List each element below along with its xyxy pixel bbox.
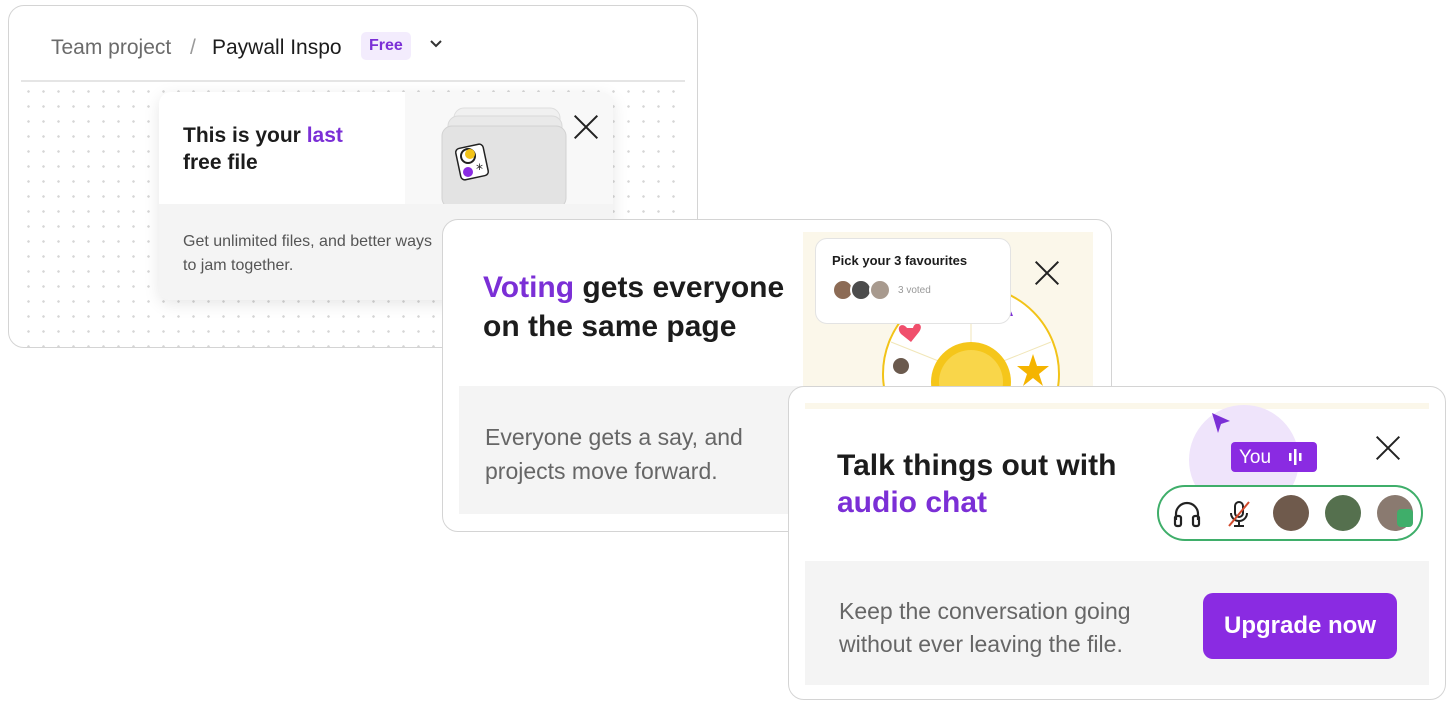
audio-body: Keep the conversation going without ever…	[839, 598, 1131, 657]
audio-chat-card: Talk things out with audio chat You Keep…	[788, 386, 1446, 700]
upgrade-now-button[interactable]: Upgrade now	[1203, 593, 1397, 659]
voter-avatars	[832, 279, 891, 306]
file-header: Team project / Paywall Inspo Free	[9, 6, 697, 82]
audio-title: Talk things out with audio chat	[837, 447, 1167, 521]
cursor-icon	[1212, 413, 1230, 433]
breadcrumb-separator: /	[190, 36, 196, 59]
popover-body: Get unlimited files, and better ways to …	[183, 233, 433, 274]
poll-heading: Pick your 3 favourites	[832, 253, 968, 268]
svg-text:*: *	[476, 162, 483, 178]
close-icon[interactable]	[1375, 435, 1401, 461]
plan-badge: Free	[361, 32, 411, 60]
close-icon[interactable]	[573, 114, 599, 140]
speaking-indicator-icon	[1397, 509, 1413, 527]
speaker-tag: You	[1231, 442, 1317, 472]
voting-title: Voting gets everyone on the same page	[483, 268, 803, 346]
card-top-strip	[805, 403, 1429, 409]
chevron-down-icon[interactable]	[427, 34, 445, 57]
microphone-muted-icon[interactable]	[1223, 498, 1255, 530]
header-divider	[21, 80, 685, 82]
poll-card: Pick your 3 favourites 3 voted	[815, 238, 1011, 324]
audio-wave-icon	[1289, 449, 1302, 465]
avatar	[1273, 495, 1309, 531]
audio-footer: Keep the conversation going without ever…	[805, 561, 1429, 685]
popover-title-highlight: last	[306, 124, 343, 147]
voting-illustration: Pick your 3 favourites 3 voted	[803, 232, 1093, 412]
voting-title-highlight: Voting	[483, 271, 575, 304]
audio-title-text: Talk things out with	[837, 449, 1117, 482]
speaker-tag-label: You	[1239, 447, 1272, 468]
file-stack-icon: *	[441, 107, 567, 206]
popover-title-text-2: free file	[183, 151, 258, 174]
headphones-icon[interactable]	[1171, 498, 1203, 530]
audio-title-highlight: audio chat	[837, 486, 988, 519]
breadcrumb-team[interactable]: Team project	[51, 36, 171, 60]
breadcrumb-file-name[interactable]: Paywall Inspo	[212, 36, 342, 60]
close-icon[interactable]	[1034, 260, 1060, 286]
audio-controls	[1157, 485, 1423, 541]
popover-title: This is your last free file	[183, 122, 383, 176]
vote-count: 3 voted	[898, 285, 931, 296]
popover-title-text: This is your	[183, 124, 307, 147]
avatar	[1325, 495, 1361, 531]
avatar	[868, 279, 891, 301]
voting-body: Everyone gets a say, and projects move f…	[485, 424, 743, 484]
